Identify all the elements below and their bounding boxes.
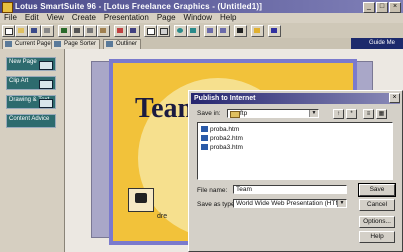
window-title: Lotus SmartSuite 96 - [Lotus Freelance G… xyxy=(15,2,263,11)
folder-icon xyxy=(230,111,240,118)
guide-me-button[interactable]: Guide Me xyxy=(351,38,403,49)
window-controls: _ □ × xyxy=(363,2,401,13)
publish-dialog: Publish to Internet × Save in: ftp ▼ ↑ *… xyxy=(188,90,403,252)
slide-icon[interactable] xyxy=(144,25,157,37)
drawing-text-icon xyxy=(39,99,53,108)
zoom-fit-icon[interactable] xyxy=(187,25,200,37)
drawing-text-button[interactable]: Drawing & Text xyxy=(6,95,56,109)
new-page-label: New Page xyxy=(9,59,37,65)
new-file-icon[interactable] xyxy=(2,25,15,37)
options-button[interactable]: Options... xyxy=(359,216,395,228)
tab-current-page-label: Current Page xyxy=(15,41,51,47)
save-as-type-dropdown[interactable]: World Wide Web Presentation (HTM) ▼ xyxy=(233,199,347,208)
file-name-field[interactable]: Team xyxy=(233,185,347,194)
align-icon[interactable] xyxy=(217,25,230,37)
menu-bar: File Edit View Create Presentation Page … xyxy=(0,13,403,23)
save-as-type-label: Save as type: xyxy=(197,201,237,208)
menu-help[interactable]: Help xyxy=(220,13,236,23)
cancel-button[interactable]: Cancel xyxy=(359,199,395,211)
new-page-button[interactable]: New Page xyxy=(6,57,56,71)
paste-icon[interactable] xyxy=(97,25,110,37)
toolbar xyxy=(0,23,403,39)
clip-art-label: Clip Art xyxy=(9,78,29,84)
new-page-icon xyxy=(39,61,53,70)
tab-page-sorter-label: Page Sorter xyxy=(64,41,97,47)
file-item[interactable]: proba3.htm xyxy=(201,144,243,152)
save-in-value: ftp xyxy=(240,110,248,117)
minimize-button[interactable]: _ xyxy=(363,2,375,13)
camera-clipart-icon[interactable] xyxy=(128,188,154,212)
smarticons-icon[interactable] xyxy=(251,25,264,37)
list-view-icon[interactable]: ≡ xyxy=(363,109,374,119)
dialog-title: Publish to Internet xyxy=(194,95,256,102)
save-disk-icon[interactable] xyxy=(28,25,41,37)
menu-window[interactable]: Window xyxy=(184,13,212,23)
save-button[interactable]: Save xyxy=(358,183,396,197)
menu-create[interactable]: Create xyxy=(72,13,96,23)
content-advice-label: Content Advice xyxy=(9,116,50,122)
html-file-icon xyxy=(201,135,208,141)
chevron-down-icon: ▼ xyxy=(309,110,318,117)
html-file-icon xyxy=(201,126,208,132)
menu-view[interactable]: View xyxy=(47,13,64,23)
clip-art-button[interactable]: Clip Art xyxy=(6,76,56,90)
app-icon[interactable] xyxy=(2,2,13,13)
clip-art-icon xyxy=(39,80,53,89)
help-icon[interactable] xyxy=(268,25,281,37)
app-titlebar: Lotus SmartSuite 96 - [Lotus Freelance G… xyxy=(0,0,403,13)
copy-icon[interactable] xyxy=(84,25,97,37)
file-list[interactable]: proba.htm proba2.htm proba3.htm xyxy=(197,122,393,180)
undo-icon[interactable] xyxy=(58,25,71,37)
zoom-icon[interactable] xyxy=(174,25,187,37)
open-folder-icon[interactable] xyxy=(15,25,28,37)
save-in-label: Save in: xyxy=(197,110,221,117)
menu-edit[interactable]: Edit xyxy=(25,13,39,23)
file-item[interactable]: proba.htm xyxy=(201,126,239,134)
print-icon[interactable] xyxy=(41,25,54,37)
cut-icon[interactable] xyxy=(71,25,84,37)
arrow-icon[interactable] xyxy=(234,25,247,37)
new-folder-icon[interactable]: * xyxy=(346,109,357,119)
chevron-down-icon: ▼ xyxy=(337,200,346,207)
group-icon[interactable] xyxy=(204,25,217,37)
file-item[interactable]: proba2.htm xyxy=(201,135,243,143)
outliner-icon xyxy=(106,41,113,47)
up-folder-icon[interactable]: ↑ xyxy=(333,109,344,119)
save-in-dropdown[interactable]: ftp ▼ xyxy=(227,109,319,118)
menu-presentation[interactable]: Presentation xyxy=(104,13,149,23)
details-view-icon[interactable]: ▦ xyxy=(376,109,387,119)
left-panel: New Page Clip Art Drawing & Text Content… xyxy=(0,49,65,252)
content-advice-button[interactable]: Content Advice xyxy=(6,114,56,128)
current-page-icon xyxy=(5,41,12,47)
menu-file[interactable]: File xyxy=(4,13,17,23)
page-sorter-icon xyxy=(54,41,61,47)
html-file-icon xyxy=(201,144,208,150)
table-icon[interactable] xyxy=(157,25,170,37)
help-button[interactable]: Help xyxy=(359,231,395,243)
tab-outliner-label: Outliner xyxy=(116,41,138,47)
guide-me-label: Guide Me xyxy=(369,40,396,46)
close-button[interactable]: × xyxy=(389,2,401,13)
file-name-label: File name: xyxy=(197,187,228,194)
dialog-close-button[interactable]: × xyxy=(389,93,400,103)
chart-icon[interactable] xyxy=(114,25,127,37)
maximize-button[interactable]: □ xyxy=(376,2,388,13)
slide-bottom-text: dre xyxy=(157,213,168,220)
dialog-titlebar: Publish to Internet xyxy=(191,93,400,104)
menu-page[interactable]: Page xyxy=(157,13,176,23)
spell-check-icon[interactable] xyxy=(127,25,140,37)
save-as-type-value: World Wide Web Presentation (HTM) xyxy=(236,200,344,207)
